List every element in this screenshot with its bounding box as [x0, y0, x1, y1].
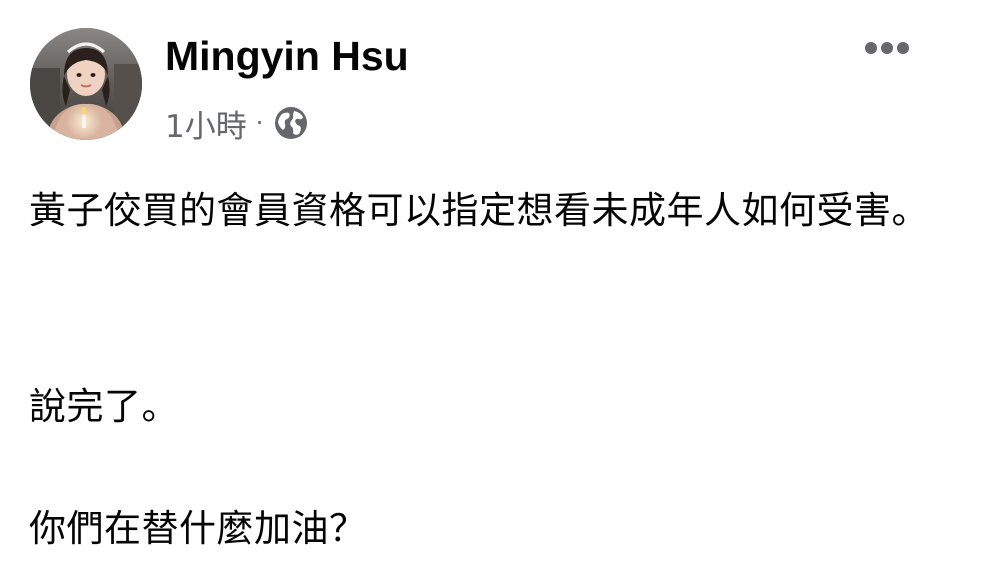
post-paragraph: 黃子佼買的會員資格可以指定想看未成年人如何受害。	[29, 189, 929, 232]
post-paragraph: 說完了。	[29, 385, 179, 428]
post-timestamp[interactable]: 1小時	[165, 101, 247, 146]
more-horizontal-icon	[865, 42, 909, 54]
post-meta: 1小時 ·	[165, 101, 309, 145]
globe-icon[interactable]	[273, 105, 309, 141]
post-paragraph: 你們在替什麼加油？	[29, 507, 367, 550]
author-name[interactable]: Mingyin Hsu	[165, 30, 409, 82]
meta-separator: ·	[255, 109, 264, 137]
avatar-photo-icon	[30, 28, 142, 140]
more-options-button[interactable]	[858, 28, 916, 68]
author-avatar[interactable]	[30, 28, 142, 140]
post-header: Mingyin Hsu 1小時 ·	[0, 0, 983, 150]
